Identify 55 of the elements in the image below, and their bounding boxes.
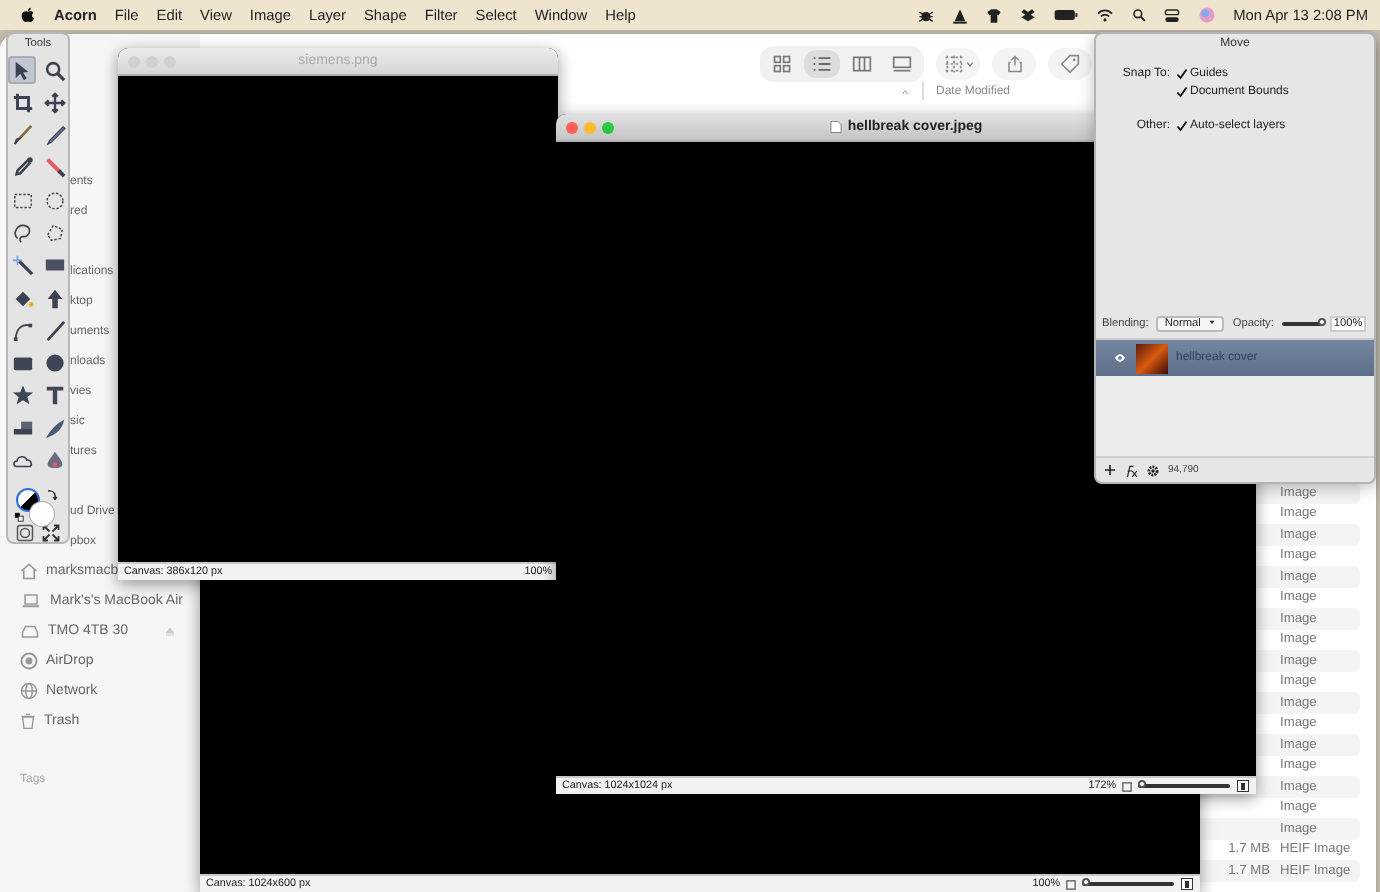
tag-button[interactable] bbox=[1048, 48, 1092, 80]
share-button[interactable] bbox=[992, 48, 1036, 80]
foreground-color-well[interactable] bbox=[16, 487, 40, 512]
apple-logo-icon[interactable] bbox=[20, 6, 36, 24]
slider-thumb[interactable] bbox=[1138, 780, 1147, 789]
checkbox[interactable] bbox=[1176, 84, 1188, 98]
airdrop-icon[interactable] bbox=[20, 652, 38, 670]
cone-icon[interactable] bbox=[951, 7, 968, 23]
plus-icon[interactable] bbox=[1104, 464, 1116, 476]
box-stack-icon[interactable] bbox=[1019, 7, 1036, 23]
globe-icon[interactable] bbox=[20, 682, 38, 700]
column-view-icon[interactable] bbox=[852, 54, 872, 74]
window-control-dot[interactable] bbox=[566, 121, 578, 133]
shirt-icon[interactable] bbox=[985, 7, 1002, 23]
house-icon[interactable] bbox=[20, 562, 38, 580]
drive-icon[interactable] bbox=[20, 622, 40, 640]
effects-icon[interactable] bbox=[1124, 463, 1138, 477]
group-button[interactable] bbox=[936, 48, 980, 80]
eye-icon[interactable] bbox=[1112, 352, 1128, 364]
window-control-dot[interactable] bbox=[602, 121, 614, 133]
slider-thumb[interactable] bbox=[1082, 878, 1091, 887]
caret-icon[interactable] bbox=[1208, 318, 1217, 326]
layer-thumbnail bbox=[1136, 343, 1168, 373]
icon-view-icon[interactable] bbox=[772, 54, 792, 74]
checkbox[interactable] bbox=[1176, 118, 1188, 132]
list-view-icon[interactable] bbox=[812, 54, 832, 74]
control-center-icon[interactable] bbox=[1163, 7, 1180, 23]
document-icon[interactable] bbox=[829, 120, 842, 134]
laptop-icon[interactable] bbox=[20, 592, 42, 610]
default-colors-icon[interactable] bbox=[14, 511, 24, 522]
mask-icon[interactable] bbox=[16, 524, 34, 542]
fit-icon[interactable] bbox=[1236, 780, 1250, 792]
background-color-well[interactable] bbox=[30, 501, 54, 526]
window-control-dot[interactable] bbox=[146, 55, 158, 67]
battery-icon[interactable] bbox=[1053, 8, 1078, 22]
slider-thumb[interactable] bbox=[1317, 318, 1326, 326]
swap-arrow-icon[interactable] bbox=[46, 487, 58, 502]
zoom-icon[interactable] bbox=[1066, 879, 1076, 889]
tag-icon[interactable] bbox=[1060, 54, 1080, 74]
wifi-icon[interactable] bbox=[1095, 8, 1114, 22]
bug-icon[interactable] bbox=[917, 7, 934, 23]
window-control-dot[interactable] bbox=[164, 55, 176, 67]
fit-icon[interactable] bbox=[1180, 878, 1194, 890]
view-mode-button[interactable] bbox=[804, 50, 840, 78]
window-control-dot[interactable] bbox=[128, 55, 140, 67]
search-icon[interactable] bbox=[1131, 8, 1146, 22]
zoom-icon[interactable] bbox=[1122, 781, 1132, 791]
gear-icon[interactable] bbox=[1146, 463, 1160, 477]
fullscreen-icon[interactable] bbox=[42, 524, 60, 542]
gallery-view-icon[interactable] bbox=[892, 54, 912, 74]
checkbox[interactable] bbox=[1176, 66, 1188, 80]
share-icon[interactable] bbox=[1005, 54, 1023, 74]
trash-icon[interactable] bbox=[20, 712, 36, 730]
grid-icon[interactable] bbox=[943, 54, 963, 74]
window-control-dot[interactable] bbox=[584, 121, 596, 133]
